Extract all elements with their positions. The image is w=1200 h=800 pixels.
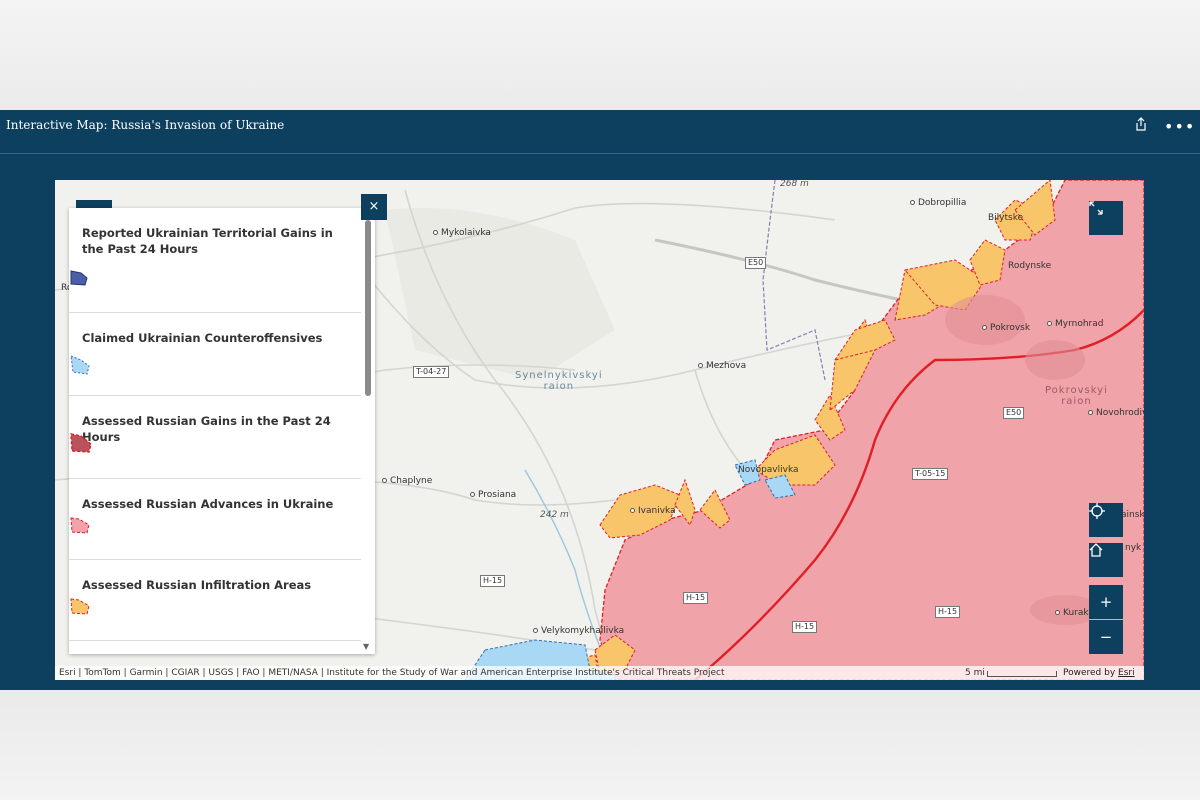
page-title: Interactive Map: Russia's Invasion of Uk…: [6, 118, 285, 132]
scale-bar: [987, 671, 1057, 677]
place-label-chaplyne: Chaplyne: [382, 476, 432, 486]
legend-item-label: Assessed Russian Gains in the Past 24 Ho…: [82, 414, 331, 444]
place-label-edge-right-1: ainsk: [1121, 510, 1144, 520]
road-shield-e50-west: E50: [745, 257, 767, 269]
powered-by: Powered by Esri: [1063, 668, 1135, 678]
home-icon: [1089, 543, 1103, 557]
legend-scrollbar[interactable]: [365, 220, 371, 396]
map-app: Interactive Map: Russia's Invasion of Uk…: [0, 110, 1200, 690]
raion-label-synelnykivskyi: Synelnykivskyi raion: [515, 370, 603, 392]
road-shield-h15-a: H-15: [480, 575, 506, 587]
locate-icon: [1089, 503, 1105, 519]
esri-link[interactable]: Esri: [1118, 668, 1135, 678]
place-label-prosiana: Prosiana: [470, 490, 516, 500]
dark-red-swatch: [70, 433, 92, 453]
place-label-myrnohrad: Myrnohrad: [1047, 319, 1103, 329]
place-label-mykolaivka: Mykolaivka: [433, 228, 491, 238]
share-button[interactable]: [1130, 116, 1152, 138]
scroll-down-arrow-icon[interactable]: ▼: [363, 642, 369, 651]
place-label-velykomykhailivka: Velykomykhailivka: [533, 626, 624, 636]
road-shield-h15-c: H-15: [792, 621, 818, 633]
hatched-light-blue-swatch: [70, 355, 90, 375]
place-label-edge-right-2: nyk: [1125, 543, 1142, 553]
expand-button[interactable]: [1089, 201, 1123, 235]
legend-item: Assessed Russian Gains in the Past 24 Ho…: [69, 396, 361, 479]
more-options-button[interactable]: •••: [1164, 116, 1194, 138]
road-shield-h15-d: H-15: [935, 606, 961, 618]
road-shield-e50-east: E50: [1003, 407, 1025, 419]
pink-swatch: [70, 517, 90, 534]
legend-item-label: Assessed Russian Infiltration Areas: [82, 578, 312, 592]
place-label-mezhova: Mezhova: [698, 361, 746, 371]
place-label-novohrodivka: Novohrodivka: [1088, 408, 1144, 418]
locate-button[interactable]: [1089, 503, 1123, 537]
legend-item: Reported Ukrainian Territorial Gains in …: [69, 208, 361, 313]
place-label-ivanivka: Ivanivka: [630, 506, 676, 516]
map-attribution-bar: Esri | TomTom | Garmin | CGIAR | USGS | …: [55, 666, 1144, 680]
elevation-label-top: 268 m: [780, 180, 809, 189]
legend-close-button[interactable]: ×: [361, 194, 387, 220]
legend-item-label: Reported Ukrainian Territorial Gains in …: [82, 226, 333, 256]
legend-item: Assessed Russian Infiltration Areas: [69, 560, 361, 641]
scale-label: 5 mi: [965, 668, 985, 678]
solid-blue-swatch: [70, 270, 88, 286]
raion-label-pokrovskyi: Pokrovskyi raion: [1045, 385, 1108, 407]
expand-icon: [1089, 201, 1103, 215]
place-label-bilytske: Bilytske: [988, 213, 1024, 223]
place-label-pokrovsk: Pokrovsk: [982, 323, 1030, 333]
zoom-in-button[interactable]: +: [1089, 585, 1123, 619]
elevation-label-mid: 242 m: [540, 510, 569, 520]
orange-swatch: [70, 598, 90, 615]
page-background-bottom: [0, 690, 1200, 800]
home-button[interactable]: [1089, 543, 1123, 577]
page-background-top: [0, 0, 1200, 110]
app-header: Interactive Map: Russia's Invasion of Uk…: [0, 110, 1200, 154]
place-label-rodynske: Rodynske: [1008, 261, 1052, 271]
road-shield-h15-b: H-15: [683, 592, 709, 604]
road-shield-t0515: T-05-15: [912, 468, 949, 480]
legend-panel: Reported Ukrainian Territorial Gains in …: [69, 208, 375, 654]
road-shield-t0427: T-04-27: [413, 366, 450, 378]
legend-item-label: Claimed Ukrainian Counteroffensives: [82, 331, 323, 345]
attribution-text: Esri | TomTom | Garmin | CGIAR | USGS | …: [59, 668, 725, 678]
place-label-dobropillia: Dobropillia: [910, 198, 966, 208]
share-icon: [1136, 117, 1146, 131]
legend-item: Claimed Ukrainian Counteroffensives: [69, 313, 361, 396]
legend-item-label: Assessed Russian Advances in Ukraine: [82, 497, 334, 511]
map-view[interactable]: Dobropillia Bilytske Rodynske Pokrovsk M…: [55, 180, 1144, 680]
legend-tab[interactable]: [76, 200, 112, 208]
legend-item: Assessed Russian Advances in Ukraine: [69, 479, 361, 560]
place-label-novopavlivka: Novopavlivka: [738, 465, 799, 475]
zoom-out-button[interactable]: −: [1089, 620, 1123, 654]
